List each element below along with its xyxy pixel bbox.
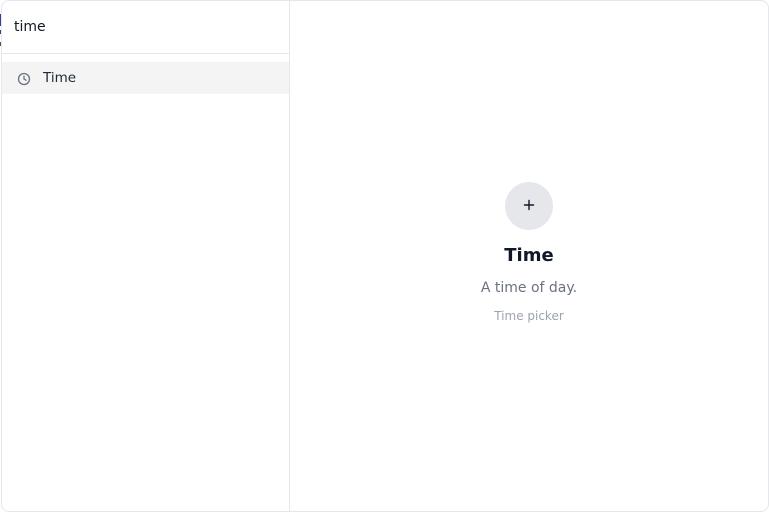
search-input[interactable]	[14, 19, 277, 35]
command-palette-window: Time Time A time of day. Time picker	[1, 0, 769, 512]
sidebar: Time	[2, 1, 290, 511]
detail-subtitle: Time picker	[494, 309, 564, 323]
plus-icon	[523, 199, 535, 214]
add-button[interactable]	[505, 182, 553, 230]
result-item-time[interactable]: Time	[2, 62, 289, 94]
search-bar	[2, 1, 289, 54]
detail-title: Time	[504, 245, 554, 266]
clock-icon	[17, 71, 31, 86]
detail-panel: Time A time of day. Time picker	[290, 1, 768, 511]
result-item-label: Time	[43, 70, 77, 86]
detail-description: A time of day.	[480, 280, 578, 296]
results-list: Time	[2, 54, 289, 94]
